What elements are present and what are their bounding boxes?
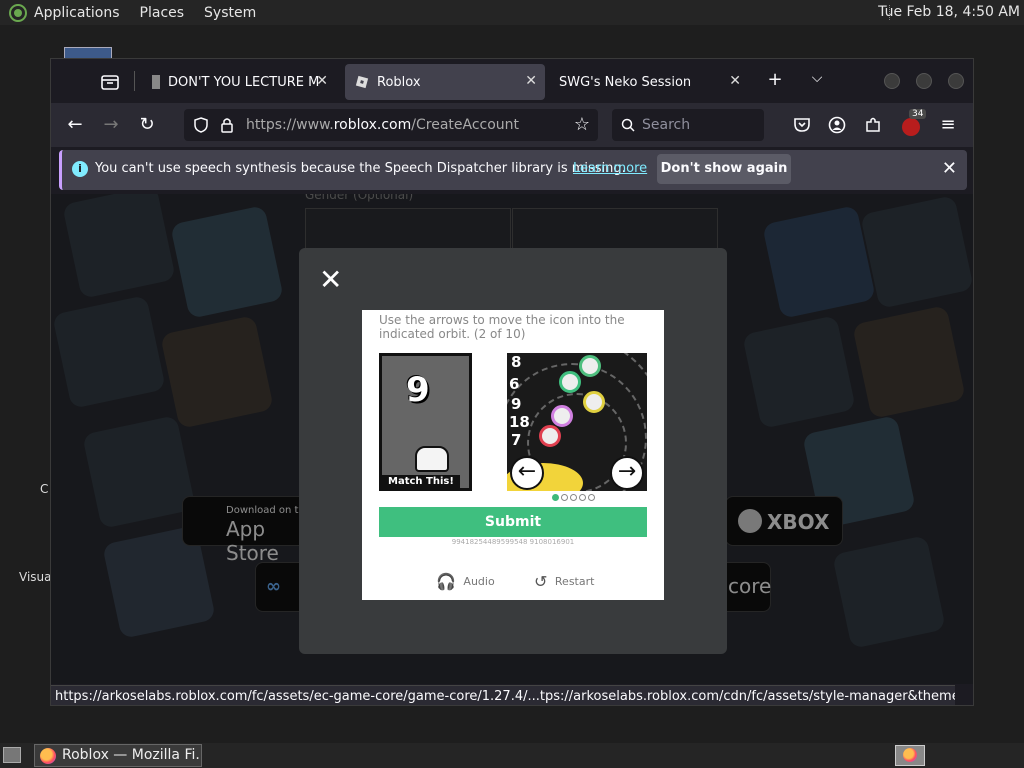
target-card: 9 Match This! [379, 353, 472, 491]
tab-neko[interactable]: SWG's Neko Session ✕ [549, 64, 749, 100]
modal-close-icon[interactable]: ✕ [319, 266, 342, 294]
orbit-number: 8 [511, 353, 522, 371]
ublock-extension-icon[interactable] [902, 118, 920, 136]
search-placeholder: Search [642, 117, 691, 133]
tab-lecture[interactable]: DON'T YOU LECTURE ME ✕ [138, 64, 336, 100]
maximize-button[interactable] [916, 73, 932, 89]
navigation-toolbar: ← → ↻ https://www.roblox.com/CreateAccou… [51, 103, 973, 147]
tab-title: DON'T YOU LECTURE ME [168, 74, 320, 90]
back-arrow-icon[interactable]: ← [64, 114, 86, 136]
headphones-icon: 🎧 [436, 572, 456, 591]
distro-logo-icon[interactable] [9, 3, 27, 22]
restart-icon: ↺ [534, 572, 548, 591]
clock[interactable]: Tue Feb 18, 4:50 AM [878, 4, 1020, 20]
forward-arrow-icon[interactable]: → [100, 114, 122, 136]
shield-icon[interactable] [193, 117, 209, 133]
task-title: Roblox — Mozilla Fi... [62, 747, 202, 763]
bottom-taskbar: Roblox — Mozilla Fi... [0, 743, 1024, 768]
browser-window: DON'T YOU LECTURE ME ✕ Roblox ✕ SWG's Ne… [50, 58, 974, 706]
progress-dot [552, 494, 559, 501]
url-bar[interactable]: https://www.roblox.com/CreateAccount ☆ [184, 109, 598, 141]
menu-places[interactable]: Places [140, 5, 185, 21]
menu-system[interactable]: System [204, 5, 256, 21]
pocket-icon[interactable] [793, 116, 811, 134]
tab-close-icon[interactable]: ✕ [525, 73, 537, 89]
minimize-button[interactable] [884, 73, 900, 89]
desktop-label-c: C [40, 482, 49, 496]
orbit-number: 9 [511, 395, 522, 413]
info-icon: i [72, 161, 88, 177]
tab-separator [134, 71, 135, 91]
match-this-label: Match This! [382, 475, 460, 488]
new-tab-icon[interactable]: + [765, 69, 785, 90]
orbit-number: 18 [509, 413, 530, 431]
duck-icon [539, 425, 561, 447]
tab-title: Roblox [377, 74, 421, 90]
page-content: Gender (Optional) Download on the App St… [51, 194, 973, 684]
right-arrow-button[interactable]: → [610, 456, 644, 490]
learn-more-link[interactable]: Learn more [573, 161, 647, 176]
notification-bar: i You can't use speech synthesis because… [59, 150, 967, 190]
search-icon [621, 118, 635, 132]
captcha-frame: Use the arrows to move the icon into the… [362, 310, 664, 600]
orbit-number: 6 [509, 375, 520, 393]
roblox-favicon-icon [355, 75, 369, 89]
desktop-label-visual: Visua [19, 570, 52, 584]
audio-label: Audio [463, 574, 495, 588]
progress-dot [570, 494, 577, 501]
top-panel: Applications Places System Tue Feb 18, 4… [0, 0, 1024, 25]
restart-label: Restart [554, 574, 595, 588]
tab-bar: DON'T YOU LECTURE ME ✕ Roblox ✕ SWG's Ne… [51, 59, 973, 103]
url-text[interactable]: https://www.roblox.com/CreateAccount [246, 117, 519, 133]
extension-badge: 34 [909, 109, 927, 119]
firefox-icon [40, 748, 56, 764]
dont-show-again-button[interactable]: Don't show again [657, 154, 791, 184]
url-path: /CreateAccount [411, 117, 520, 133]
account-icon[interactable] [828, 116, 846, 134]
status-bar: https://arkoselabs.roblox.com/fc/assets/… [51, 685, 955, 705]
audio-button[interactable]: 🎧 Audio [436, 572, 495, 591]
url-prefix: https://www. [246, 117, 334, 133]
tab-close-icon[interactable]: ✕ [316, 73, 328, 89]
taskbar-item-firefox[interactable]: Roblox — Mozilla Fi... [34, 744, 202, 767]
firefox-view-icon[interactable] [99, 71, 121, 93]
close-window-button[interactable] [948, 73, 964, 89]
speaker-icon [152, 75, 160, 89]
captcha-instruction: Use the arrows to move the icon into the… [379, 313, 625, 341]
tab-roblox[interactable]: Roblox ✕ [345, 64, 545, 100]
submit-button[interactable]: Submit [379, 507, 647, 537]
cheese-icon [415, 446, 449, 472]
tray-firefox-icon[interactable] [895, 745, 925, 766]
target-number: 9 [406, 370, 430, 410]
extensions-puzzle-icon[interactable] [864, 116, 882, 134]
url-domain: roblox.com [333, 117, 412, 133]
captcha-modal: ✕ Use the arrows to move the icon into t… [299, 248, 727, 654]
notification-close-icon[interactable]: ✕ [942, 158, 957, 179]
left-arrow-button[interactable]: ← [510, 456, 544, 490]
hamburger-menu-icon[interactable]: ≡ [937, 114, 959, 136]
orbit-icon [583, 391, 605, 413]
bookmark-star-icon[interactable]: ☆ [574, 114, 590, 135]
list-tabs-chevron-icon[interactable]: ⌵ [807, 70, 827, 86]
show-desktop-icon[interactable] [3, 747, 21, 763]
progress-dot [588, 494, 595, 501]
progress-dots [552, 494, 595, 501]
notification-message: You can't use speech synthesis because t… [95, 161, 626, 176]
reload-icon[interactable]: ↻ [136, 114, 158, 136]
menu-applications[interactable]: Applications [34, 5, 120, 21]
progress-dot [561, 494, 568, 501]
session-id: 99418254489599548 9108016901 [451, 538, 575, 546]
orbit-icon [559, 371, 581, 393]
orbit-icon [579, 355, 601, 377]
restart-button[interactable]: ↺ Restart [534, 572, 594, 591]
search-input[interactable]: Search [612, 109, 764, 141]
orbit-icon [551, 405, 573, 427]
tab-close-icon[interactable]: ✕ [729, 73, 741, 89]
tab-title: SWG's Neko Session [559, 74, 692, 90]
orbit-number: 7 [511, 431, 522, 449]
orbit-game-card: 8 6 9 18 7 ← → [507, 353, 647, 491]
lock-icon[interactable] [220, 117, 234, 133]
progress-dot [579, 494, 586, 501]
